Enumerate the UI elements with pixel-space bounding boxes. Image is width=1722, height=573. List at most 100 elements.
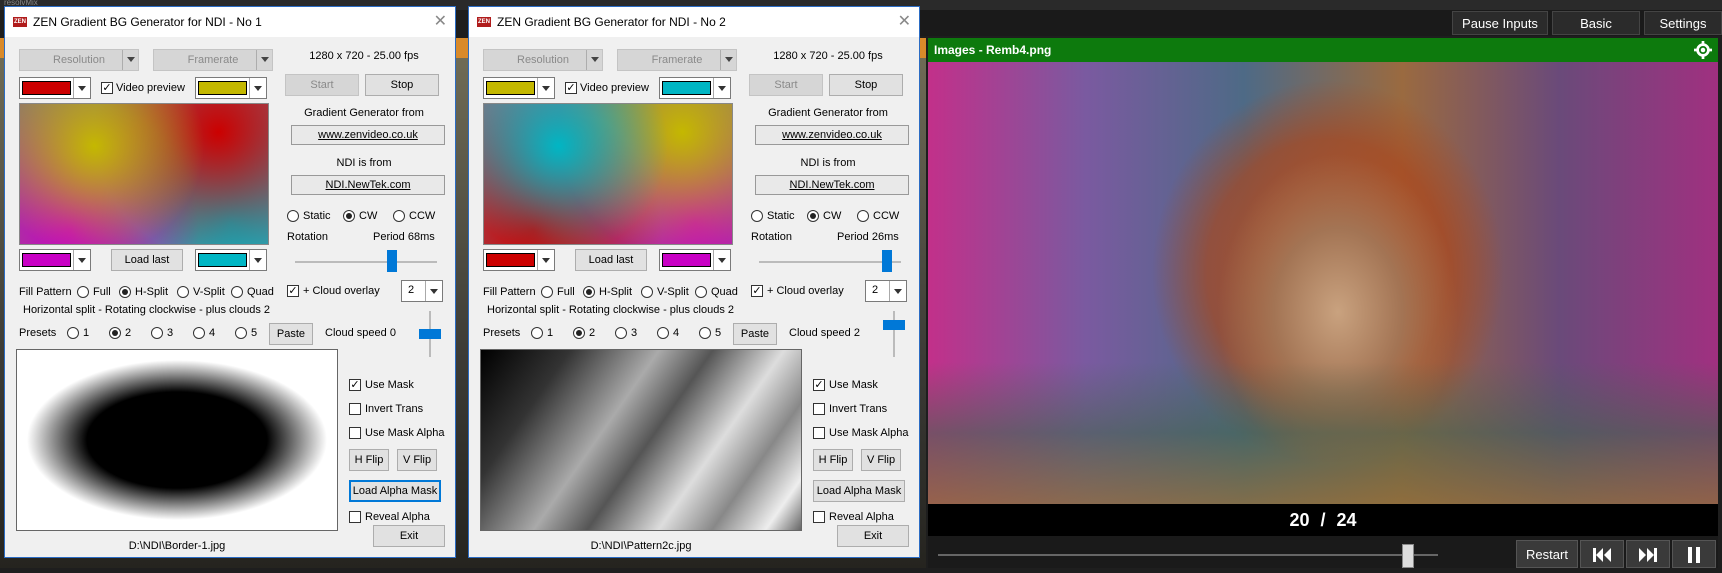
restart-button[interactable]: Restart: [1516, 540, 1578, 568]
load-last-button[interactable]: Load last: [111, 249, 183, 271]
h-flip-button[interactable]: H Flip: [813, 449, 853, 471]
ccw-radio[interactable]: [857, 210, 869, 222]
static-radio[interactable]: [287, 210, 299, 222]
rotation-slider-thumb[interactable]: [387, 250, 397, 272]
rotation-slider-track[interactable]: [759, 261, 901, 263]
use-mask-alpha-checkbox[interactable]: [349, 427, 361, 439]
load-last-button[interactable]: Load last: [575, 249, 647, 271]
framerate-dropdown[interactable]: Framerate: [153, 49, 273, 71]
gear-icon[interactable]: [1694, 41, 1712, 59]
start-button[interactable]: Start: [285, 74, 359, 96]
load-alpha-mask-button[interactable]: Load Alpha Mask: [813, 480, 905, 502]
cloud-speed-slider-thumb[interactable]: [883, 320, 905, 330]
v-split-radio[interactable]: [177, 286, 189, 298]
resolution-dropdown[interactable]: Resolution: [19, 49, 139, 71]
load-alpha-mask-button[interactable]: Load Alpha Mask: [349, 480, 441, 502]
rotation-slider-thumb[interactable]: [882, 250, 892, 272]
color-picker-top-right[interactable]: [659, 77, 731, 99]
quad-radio[interactable]: [695, 286, 707, 298]
preset-5-radio[interactable]: [235, 327, 247, 339]
use-mask-checkbox[interactable]: ✓: [813, 379, 825, 391]
pause-button[interactable]: [1672, 540, 1716, 568]
resolution-dropdown[interactable]: Resolution: [483, 49, 603, 71]
gradient-preview: [19, 103, 269, 245]
cw-radio[interactable]: [807, 210, 819, 222]
preset-1-radio[interactable]: [531, 327, 543, 339]
ccw-radio[interactable]: [393, 210, 405, 222]
cloud-count-dropdown[interactable]: 2: [865, 280, 907, 302]
start-button[interactable]: Start: [749, 74, 823, 96]
paste-button[interactable]: Paste: [269, 323, 313, 345]
cloud-count-dropdown[interactable]: 2: [401, 280, 443, 302]
h-flip-button[interactable]: H Flip: [349, 449, 389, 471]
basic-button[interactable]: Basic: [1552, 11, 1640, 35]
h-split-radio[interactable]: [583, 286, 595, 298]
framerate-dropdown[interactable]: Framerate: [617, 49, 737, 71]
color-picker-bottom-left[interactable]: [483, 249, 555, 271]
use-mask-alpha-checkbox[interactable]: [813, 427, 825, 439]
static-radio[interactable]: [751, 210, 763, 222]
stop-button[interactable]: Stop: [829, 74, 903, 96]
preset-2-radio[interactable]: [109, 327, 121, 339]
color-picker-bottom-left[interactable]: [19, 249, 91, 271]
newtek-link[interactable]: NDI.NewTek.com: [755, 175, 909, 195]
full-radio[interactable]: [77, 286, 89, 298]
full-radio[interactable]: [541, 286, 553, 298]
full-label: Full: [93, 286, 111, 298]
rotation-slider-track[interactable]: [295, 261, 437, 263]
exit-button[interactable]: Exit: [837, 525, 909, 547]
preset-2-radio[interactable]: [573, 327, 585, 339]
pause-inputs-button[interactable]: Pause Inputs: [1452, 11, 1548, 35]
preset-3-radio[interactable]: [151, 327, 163, 339]
v-flip-button[interactable]: V Flip: [861, 449, 901, 471]
newtek-link[interactable]: NDI.NewTek.com: [291, 175, 445, 195]
invert-trans-checkbox[interactable]: [349, 403, 361, 415]
next-button[interactable]: [1626, 540, 1670, 568]
color-picker-top-left[interactable]: [483, 77, 555, 99]
chevron-down-icon: [256, 50, 272, 70]
settings-button[interactable]: Settings: [1644, 11, 1722, 35]
exit-button[interactable]: Exit: [373, 525, 445, 547]
ndi-credit-label: NDI is from: [336, 157, 392, 169]
close-icon[interactable]: ✕: [898, 11, 911, 31]
cw-radio[interactable]: [343, 210, 355, 222]
preset-4-radio[interactable]: [657, 327, 669, 339]
cloud-overlay-checkbox[interactable]: ✓: [751, 285, 763, 297]
cloud-speed-slider-track[interactable]: [893, 311, 895, 357]
cloud-speed-slider-thumb[interactable]: [419, 329, 441, 339]
cloud-overlay-checkbox[interactable]: ✓: [287, 285, 299, 297]
preset-2-label: 2: [589, 327, 596, 339]
color-picker-top-right[interactable]: [195, 77, 267, 99]
color-picker-bottom-right[interactable]: [659, 249, 731, 271]
zenvideo-link[interactable]: www.zenvideo.co.uk: [291, 125, 445, 145]
reveal-alpha-checkbox[interactable]: [813, 511, 825, 523]
v-split-radio[interactable]: [641, 286, 653, 298]
invert-trans-checkbox[interactable]: [813, 403, 825, 415]
window-title: ZEN Gradient BG Generator for NDI - No 2: [497, 15, 726, 29]
reveal-alpha-checkbox[interactable]: [349, 511, 361, 523]
video-preview-checkbox[interactable]: ✓: [565, 82, 577, 94]
preset-1-radio[interactable]: [67, 327, 79, 339]
paste-button[interactable]: Paste: [733, 323, 777, 345]
scrub-track[interactable]: [938, 554, 1438, 556]
close-icon[interactable]: ✕: [434, 11, 447, 31]
preset-4-radio[interactable]: [193, 327, 205, 339]
preset-5-radio[interactable]: [699, 327, 711, 339]
fill-pattern-label: Fill Pattern: [19, 286, 72, 298]
use-mask-checkbox[interactable]: ✓: [349, 379, 361, 391]
use-mask-alpha-label: Use Mask Alpha: [365, 427, 445, 439]
v-flip-button[interactable]: V Flip: [397, 449, 437, 471]
stop-button[interactable]: Stop: [365, 74, 439, 96]
color-picker-top-left[interactable]: [19, 77, 91, 99]
static-label: Static: [303, 210, 331, 222]
image-counter: 20 / 24: [928, 504, 1718, 536]
preset-3-radio[interactable]: [615, 327, 627, 339]
zenvideo-link[interactable]: www.zenvideo.co.uk: [755, 125, 909, 145]
framerate-label: Framerate: [651, 54, 703, 66]
previous-button[interactable]: [1580, 540, 1624, 568]
scrub-thumb[interactable]: [1402, 544, 1414, 568]
video-preview-checkbox[interactable]: ✓: [101, 82, 113, 94]
h-split-radio[interactable]: [119, 286, 131, 298]
quad-radio[interactable]: [231, 286, 243, 298]
color-picker-bottom-right[interactable]: [195, 249, 267, 271]
